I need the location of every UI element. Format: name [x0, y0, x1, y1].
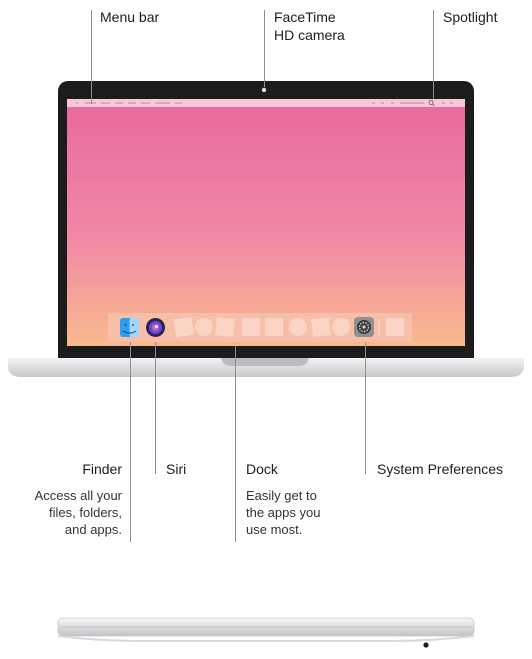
macbook-diagram	[8, 81, 524, 648]
facetime-leader	[264, 10, 265, 87]
spotlight-label: Spotlight	[443, 9, 498, 25]
facetime-label-line1: FaceTime	[274, 9, 336, 25]
dock-description-line1: Easily get to	[246, 488, 317, 503]
dock-description-line2: the apps you	[246, 505, 321, 520]
facetime-label-line2: HD camera	[274, 27, 345, 43]
finder-label: Finder	[82, 461, 122, 477]
wallpaper	[67, 99, 465, 346]
side-foot	[57, 635, 475, 642]
headphone-port	[423, 642, 429, 648]
finder-description-line1: Access all your	[34, 488, 122, 503]
menu-bar-label: Menu bar	[100, 9, 160, 25]
siri-leader	[155, 342, 156, 474]
finder-description-line3: and apps.	[64, 522, 122, 537]
menu-bar-leader	[91, 10, 92, 104]
system-preferences-icon[interactable]	[354, 317, 374, 337]
siri-icon[interactable]	[146, 318, 165, 337]
dock-description-line3: use most.	[246, 522, 303, 537]
system-preferences-leader	[365, 342, 366, 474]
system-preferences-label: System Preferences	[377, 461, 504, 477]
finder-leader	[130, 342, 131, 542]
dock-label: Dock	[246, 461, 278, 477]
dock-leader	[235, 346, 236, 542]
finder-description-line2: files, folders,	[49, 505, 122, 520]
camera-dot	[261, 87, 267, 93]
spotlight-leader	[433, 10, 434, 99]
finder-icon[interactable]	[120, 318, 139, 337]
siri-label: Siri	[166, 461, 187, 477]
